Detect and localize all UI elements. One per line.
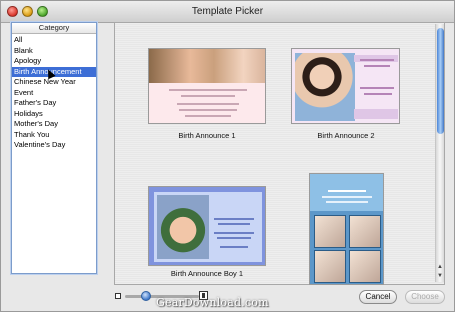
template-label: Birth Announce 1 (178, 131, 236, 140)
category-item-mothers-day[interactable]: Mother's Day (12, 119, 96, 130)
baby-boy-photo-image (157, 195, 209, 259)
scroll-up-arrow-icon[interactable]: ▲ (436, 264, 444, 270)
baby-photo-image (314, 215, 346, 248)
template-thumbnail[interactable] (148, 186, 266, 266)
category-item-apology[interactable]: Apology (12, 56, 96, 67)
zoom-slider-knob[interactable] (141, 291, 151, 301)
cancel-button[interactable]: Cancel (359, 290, 397, 304)
window-title: Template Picker (191, 6, 264, 17)
category-item-blank[interactable]: Blank (12, 46, 96, 57)
scroll-down-arrow-icon[interactable]: ▼ (436, 273, 444, 279)
template-picker-window: Template Picker Category All Blank Apolo… (0, 0, 455, 312)
zoom-out-icon[interactable] (115, 293, 121, 299)
category-item-thank-you[interactable]: Thank You (12, 130, 96, 141)
category-item-fathers-day[interactable]: Father's Day (12, 98, 96, 109)
template-thumbnail[interactable] (148, 48, 266, 124)
watermark-text: GearDownload.com (156, 296, 269, 309)
template-label: Birth Announce Boy 1 (170, 269, 244, 278)
vertical-scrollbar[interactable]: ▲ ▼ (435, 24, 444, 282)
category-list-panel: Category All Blank Apology Birth Announc… (11, 22, 97, 274)
choose-button[interactable]: Choose (405, 290, 445, 304)
category-item-holidays[interactable]: Holidays (12, 109, 96, 120)
baby-photo-image (349, 250, 381, 283)
baby-photo-image (314, 250, 346, 283)
template-label: Birth Announce 2 (317, 131, 375, 140)
template-preview-grid: Birth Announce 1 Birth Announce 2 Birth … (114, 22, 445, 285)
baby-photo-image (349, 215, 381, 248)
title-bar[interactable]: Template Picker (1, 1, 454, 23)
template-thumbnail[interactable] (309, 173, 384, 285)
category-item-chinese-new-year[interactable]: Chinese New Year (12, 77, 96, 88)
category-item-event[interactable]: Event (12, 88, 96, 99)
scrollbar-thumb[interactable] (437, 28, 444, 134)
template-thumbnail[interactable] (291, 48, 400, 124)
baby-photo-image (149, 49, 265, 83)
category-item-all[interactable]: All (12, 35, 96, 46)
category-item-valentines-day[interactable]: Valentine's Day (12, 140, 96, 151)
mother-baby-photo-image (295, 53, 355, 121)
category-header[interactable]: Category (12, 23, 96, 34)
category-list: All Blank Apology Birth Announcement Chi… (12, 34, 96, 151)
